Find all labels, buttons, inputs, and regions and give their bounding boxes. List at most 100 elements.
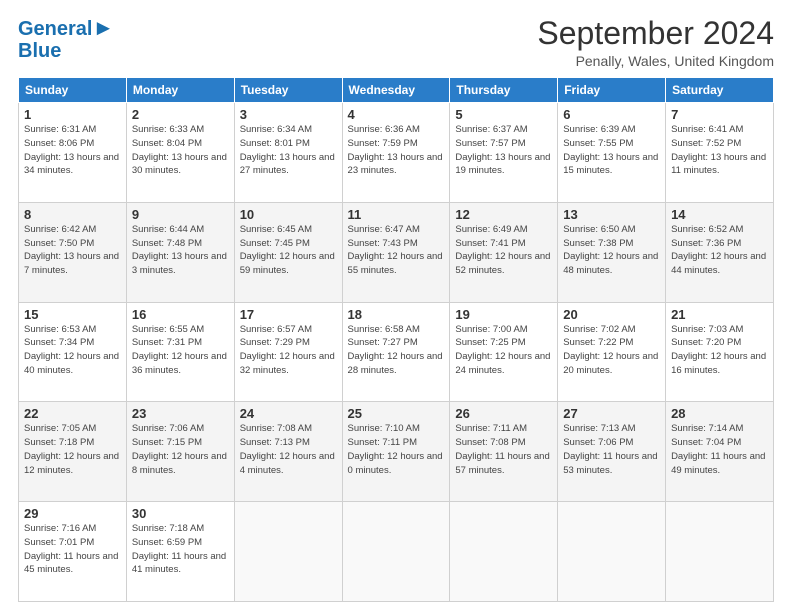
day-number: 21 bbox=[671, 307, 768, 322]
calendar-cell bbox=[342, 502, 450, 602]
calendar-cell bbox=[450, 502, 558, 602]
day-number: 8 bbox=[24, 207, 121, 222]
day-info: Sunrise: 7:14 AMSunset: 7:04 PMDaylight:… bbox=[671, 422, 768, 477]
calendar-cell: 18Sunrise: 6:58 AMSunset: 7:27 PMDayligh… bbox=[342, 302, 450, 402]
calendar-cell: 15Sunrise: 6:53 AMSunset: 7:34 PMDayligh… bbox=[19, 302, 127, 402]
weekday-header-sunday: Sunday bbox=[19, 78, 127, 103]
day-info: Sunrise: 6:47 AMSunset: 7:43 PMDaylight:… bbox=[348, 223, 445, 278]
calendar-cell: 13Sunrise: 6:50 AMSunset: 7:38 PMDayligh… bbox=[558, 202, 666, 302]
calendar-cell bbox=[234, 502, 342, 602]
day-info: Sunrise: 7:16 AMSunset: 7:01 PMDaylight:… bbox=[24, 522, 121, 577]
calendar-cell bbox=[666, 502, 774, 602]
day-number: 25 bbox=[348, 406, 445, 421]
calendar-cell: 19Sunrise: 7:00 AMSunset: 7:25 PMDayligh… bbox=[450, 302, 558, 402]
day-info: Sunrise: 6:31 AMSunset: 8:06 PMDaylight:… bbox=[24, 123, 121, 178]
location: Penally, Wales, United Kingdom bbox=[537, 53, 774, 69]
day-number: 18 bbox=[348, 307, 445, 322]
day-number: 12 bbox=[455, 207, 552, 222]
day-info: Sunrise: 6:37 AMSunset: 7:57 PMDaylight:… bbox=[455, 123, 552, 178]
calendar-cell: 9Sunrise: 6:44 AMSunset: 7:48 PMDaylight… bbox=[126, 202, 234, 302]
day-number: 23 bbox=[132, 406, 229, 421]
day-info: Sunrise: 6:58 AMSunset: 7:27 PMDaylight:… bbox=[348, 323, 445, 378]
day-info: Sunrise: 7:00 AMSunset: 7:25 PMDaylight:… bbox=[455, 323, 552, 378]
day-number: 13 bbox=[563, 207, 660, 222]
calendar-cell: 22Sunrise: 7:05 AMSunset: 7:18 PMDayligh… bbox=[19, 402, 127, 502]
day-number: 9 bbox=[132, 207, 229, 222]
calendar-cell: 30Sunrise: 7:18 AMSunset: 6:59 PMDayligh… bbox=[126, 502, 234, 602]
day-info: Sunrise: 6:39 AMSunset: 7:55 PMDaylight:… bbox=[563, 123, 660, 178]
logo: General► Blue bbox=[18, 16, 114, 62]
day-info: Sunrise: 7:06 AMSunset: 7:15 PMDaylight:… bbox=[132, 422, 229, 477]
day-info: Sunrise: 7:03 AMSunset: 7:20 PMDaylight:… bbox=[671, 323, 768, 378]
day-info: Sunrise: 7:02 AMSunset: 7:22 PMDaylight:… bbox=[563, 323, 660, 378]
calendar-cell: 2Sunrise: 6:33 AMSunset: 8:04 PMDaylight… bbox=[126, 103, 234, 203]
day-info: Sunrise: 6:44 AMSunset: 7:48 PMDaylight:… bbox=[132, 223, 229, 278]
calendar-cell: 29Sunrise: 7:16 AMSunset: 7:01 PMDayligh… bbox=[19, 502, 127, 602]
calendar-cell: 5Sunrise: 6:37 AMSunset: 7:57 PMDaylight… bbox=[450, 103, 558, 203]
weekday-header-friday: Friday bbox=[558, 78, 666, 103]
calendar-week-row: 15Sunrise: 6:53 AMSunset: 7:34 PMDayligh… bbox=[19, 302, 774, 402]
day-number: 20 bbox=[563, 307, 660, 322]
calendar-cell: 20Sunrise: 7:02 AMSunset: 7:22 PMDayligh… bbox=[558, 302, 666, 402]
calendar-cell: 14Sunrise: 6:52 AMSunset: 7:36 PMDayligh… bbox=[666, 202, 774, 302]
weekday-header-thursday: Thursday bbox=[450, 78, 558, 103]
calendar-cell: 3Sunrise: 6:34 AMSunset: 8:01 PMDaylight… bbox=[234, 103, 342, 203]
day-info: Sunrise: 6:33 AMSunset: 8:04 PMDaylight:… bbox=[132, 123, 229, 178]
day-info: Sunrise: 6:45 AMSunset: 7:45 PMDaylight:… bbox=[240, 223, 337, 278]
day-number: 29 bbox=[24, 506, 121, 521]
calendar-cell: 8Sunrise: 6:42 AMSunset: 7:50 PMDaylight… bbox=[19, 202, 127, 302]
day-info: Sunrise: 6:55 AMSunset: 7:31 PMDaylight:… bbox=[132, 323, 229, 378]
month-title: September 2024 bbox=[537, 16, 774, 51]
calendar-cell: 4Sunrise: 6:36 AMSunset: 7:59 PMDaylight… bbox=[342, 103, 450, 203]
day-info: Sunrise: 7:08 AMSunset: 7:13 PMDaylight:… bbox=[240, 422, 337, 477]
title-area: September 2024 Penally, Wales, United Ki… bbox=[537, 16, 774, 69]
calendar-cell: 10Sunrise: 6:45 AMSunset: 7:45 PMDayligh… bbox=[234, 202, 342, 302]
day-info: Sunrise: 6:42 AMSunset: 7:50 PMDaylight:… bbox=[24, 223, 121, 278]
day-number: 28 bbox=[671, 406, 768, 421]
day-info: Sunrise: 6:52 AMSunset: 7:36 PMDaylight:… bbox=[671, 223, 768, 278]
day-number: 1 bbox=[24, 107, 121, 122]
day-number: 6 bbox=[563, 107, 660, 122]
day-info: Sunrise: 6:57 AMSunset: 7:29 PMDaylight:… bbox=[240, 323, 337, 378]
day-number: 7 bbox=[671, 107, 768, 122]
calendar-week-row: 22Sunrise: 7:05 AMSunset: 7:18 PMDayligh… bbox=[19, 402, 774, 502]
day-info: Sunrise: 7:13 AMSunset: 7:06 PMDaylight:… bbox=[563, 422, 660, 477]
calendar-cell: 27Sunrise: 7:13 AMSunset: 7:06 PMDayligh… bbox=[558, 402, 666, 502]
calendar-week-row: 8Sunrise: 6:42 AMSunset: 7:50 PMDaylight… bbox=[19, 202, 774, 302]
calendar-week-row: 29Sunrise: 7:16 AMSunset: 7:01 PMDayligh… bbox=[19, 502, 774, 602]
calendar-cell: 16Sunrise: 6:55 AMSunset: 7:31 PMDayligh… bbox=[126, 302, 234, 402]
day-number: 5 bbox=[455, 107, 552, 122]
weekday-header-monday: Monday bbox=[126, 78, 234, 103]
weekday-header-wednesday: Wednesday bbox=[342, 78, 450, 103]
calendar-cell: 25Sunrise: 7:10 AMSunset: 7:11 PMDayligh… bbox=[342, 402, 450, 502]
day-number: 17 bbox=[240, 307, 337, 322]
calendar-cell: 7Sunrise: 6:41 AMSunset: 7:52 PMDaylight… bbox=[666, 103, 774, 203]
day-info: Sunrise: 6:41 AMSunset: 7:52 PMDaylight:… bbox=[671, 123, 768, 178]
day-info: Sunrise: 7:18 AMSunset: 6:59 PMDaylight:… bbox=[132, 522, 229, 577]
calendar-cell: 12Sunrise: 6:49 AMSunset: 7:41 PMDayligh… bbox=[450, 202, 558, 302]
day-number: 14 bbox=[671, 207, 768, 222]
day-info: Sunrise: 6:50 AMSunset: 7:38 PMDaylight:… bbox=[563, 223, 660, 278]
logo-subtext: Blue bbox=[18, 40, 61, 62]
day-number: 2 bbox=[132, 107, 229, 122]
day-number: 22 bbox=[24, 406, 121, 421]
day-number: 27 bbox=[563, 406, 660, 421]
calendar-table: SundayMondayTuesdayWednesdayThursdayFrid… bbox=[18, 77, 774, 602]
day-info: Sunrise: 6:34 AMSunset: 8:01 PMDaylight:… bbox=[240, 123, 337, 178]
day-info: Sunrise: 6:36 AMSunset: 7:59 PMDaylight:… bbox=[348, 123, 445, 178]
calendar-cell: 6Sunrise: 6:39 AMSunset: 7:55 PMDaylight… bbox=[558, 103, 666, 203]
day-number: 10 bbox=[240, 207, 337, 222]
calendar-cell: 21Sunrise: 7:03 AMSunset: 7:20 PMDayligh… bbox=[666, 302, 774, 402]
day-number: 3 bbox=[240, 107, 337, 122]
day-number: 26 bbox=[455, 406, 552, 421]
calendar-cell: 11Sunrise: 6:47 AMSunset: 7:43 PMDayligh… bbox=[342, 202, 450, 302]
calendar-cell: 26Sunrise: 7:11 AMSunset: 7:08 PMDayligh… bbox=[450, 402, 558, 502]
calendar-header-row: SundayMondayTuesdayWednesdayThursdayFrid… bbox=[19, 78, 774, 103]
day-info: Sunrise: 7:10 AMSunset: 7:11 PMDaylight:… bbox=[348, 422, 445, 477]
header: General► Blue September 2024 Penally, Wa… bbox=[18, 16, 774, 69]
day-number: 16 bbox=[132, 307, 229, 322]
calendar-week-row: 1Sunrise: 6:31 AMSunset: 8:06 PMDaylight… bbox=[19, 103, 774, 203]
calendar-cell bbox=[558, 502, 666, 602]
calendar-cell: 17Sunrise: 6:57 AMSunset: 7:29 PMDayligh… bbox=[234, 302, 342, 402]
day-info: Sunrise: 6:49 AMSunset: 7:41 PMDaylight:… bbox=[455, 223, 552, 278]
